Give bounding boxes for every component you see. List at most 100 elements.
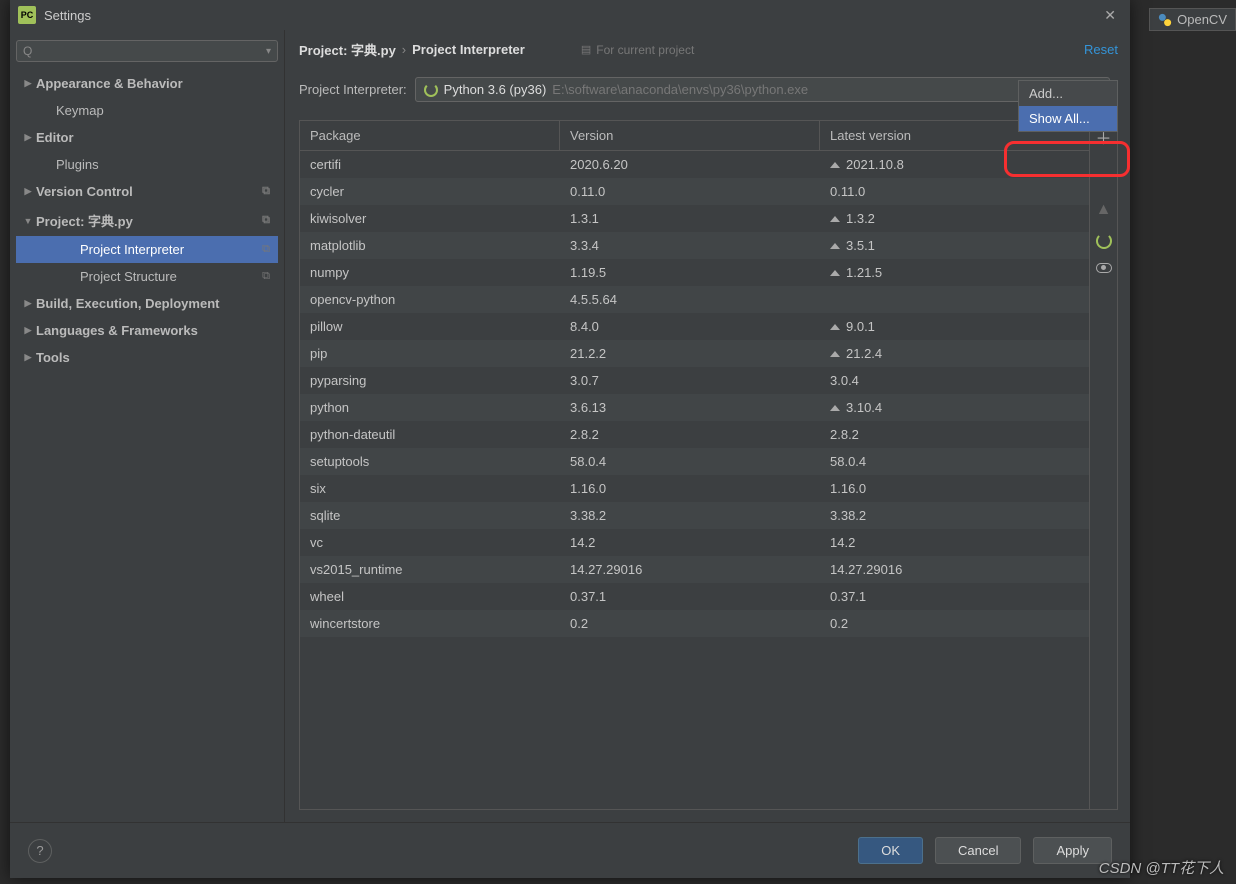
cancel-button[interactable]: Cancel (935, 837, 1021, 864)
search-input[interactable] (36, 44, 266, 58)
package-name: python (300, 398, 560, 417)
package-latest: 1.3.2 (820, 209, 1089, 228)
help-button[interactable]: ? (28, 839, 52, 863)
table-row[interactable]: matplotlib3.3.43.5.1 (300, 232, 1089, 259)
table-row[interactable]: pillow8.4.09.0.1 (300, 313, 1089, 340)
background-tab[interactable]: OpenCV (1149, 8, 1236, 31)
package-version: 3.6.13 (560, 398, 820, 417)
package-name: pip (300, 344, 560, 363)
upgrade-icon (830, 270, 840, 276)
package-version: 0.2 (560, 614, 820, 633)
add-interpreter-item[interactable]: Add... (1019, 81, 1117, 106)
package-version: 1.16.0 (560, 479, 820, 498)
package-name: matplotlib (300, 236, 560, 255)
tree-item-editor[interactable]: ▶Editor (16, 124, 278, 151)
package-latest: 3.0.4 (820, 371, 1089, 390)
tree-item-label: Appearance & Behavior (36, 76, 183, 91)
package-name: cycler (300, 182, 560, 201)
chevron-down-icon[interactable]: ▾ (266, 46, 271, 57)
tree-arrow-icon: ▼ (20, 216, 36, 226)
package-version: 3.0.7 (560, 371, 820, 390)
reset-link[interactable]: Reset (1084, 42, 1118, 57)
remove-package-button[interactable]: － (1095, 163, 1111, 187)
ok-button[interactable]: OK (858, 837, 923, 864)
upgrade-package-button[interactable]: ▲ (1096, 201, 1112, 219)
dialog-footer: ? OK Cancel Apply (10, 822, 1130, 878)
show-all-item[interactable]: Show All... (1019, 106, 1117, 131)
table-row[interactable]: setuptools58.0.458.0.4 (300, 448, 1089, 475)
table-row[interactable]: python3.6.133.10.4 (300, 394, 1089, 421)
package-version: 14.2 (560, 533, 820, 552)
package-latest: 58.0.4 (820, 452, 1089, 471)
upgrade-icon (830, 243, 840, 249)
package-toolbar: ＋ － ▲ (1089, 121, 1117, 809)
show-early-releases-button[interactable] (1096, 263, 1112, 273)
table-row[interactable]: vs2015_runtime14.27.2901614.27.29016 (300, 556, 1089, 583)
tree-item-label: Build, Execution, Deployment (36, 296, 219, 311)
tree-arrow-icon: ▶ (20, 352, 36, 363)
tree-item-project-py[interactable]: ▼Project: 字典.py⧉ (16, 205, 278, 236)
tree-item-label: Languages & Frameworks (36, 323, 198, 338)
table-row[interactable]: vc14.214.2 (300, 529, 1089, 556)
package-name: sqlite (300, 506, 560, 525)
package-latest: 14.2 (820, 533, 1089, 552)
table-row[interactable]: certifi2020.6.202021.10.8 (300, 151, 1089, 178)
settings-search[interactable]: Q ▾ (16, 40, 278, 62)
for-current-project: ▤ For current project (581, 43, 694, 57)
tree-item-build-execution-deployment[interactable]: ▶Build, Execution, Deployment (16, 290, 278, 317)
tree-item-version-control[interactable]: ▶Version Control⧉ (16, 178, 278, 205)
package-latest: 21.2.4 (820, 344, 1089, 363)
tree-item-label: Version Control (36, 184, 133, 199)
interpreter-label: Project Interpreter: (299, 82, 407, 97)
watermark: CSDN @TT花下人 (1099, 857, 1224, 878)
eye-icon (1096, 263, 1112, 273)
table-row[interactable]: kiwisolver1.3.11.3.2 (300, 205, 1089, 232)
refresh-button[interactable] (1096, 233, 1112, 249)
package-version: 2.8.2 (560, 425, 820, 444)
package-version: 8.4.0 (560, 317, 820, 336)
table-row[interactable]: wincertstore0.20.2 (300, 610, 1089, 637)
table-row[interactable]: pip21.2.221.2.4 (300, 340, 1089, 367)
table-row[interactable]: numpy1.19.51.21.5 (300, 259, 1089, 286)
table-row[interactable]: wheel0.37.10.37.1 (300, 583, 1089, 610)
close-icon[interactable]: ✕ (1098, 5, 1122, 26)
copy-icon: ⧉ (262, 214, 270, 227)
package-name: pyparsing (300, 371, 560, 390)
package-version: 14.27.29016 (560, 560, 820, 579)
package-name: pillow (300, 317, 560, 336)
breadcrumb-2: Project Interpreter (412, 42, 525, 57)
package-name: vs2015_runtime (300, 560, 560, 579)
table-row[interactable]: sqlite3.38.23.38.2 (300, 502, 1089, 529)
tree-item-project-interpreter[interactable]: Project Interpreter⧉ (16, 236, 278, 263)
tree-item-languages-frameworks[interactable]: ▶Languages & Frameworks (16, 317, 278, 344)
package-version: 0.11.0 (560, 182, 820, 201)
package-latest: 14.27.29016 (820, 560, 1089, 579)
gear-menu: Add... Show All... (1018, 80, 1118, 132)
table-row[interactable]: six1.16.01.16.0 (300, 475, 1089, 502)
tree-item-appearance-behavior[interactable]: ▶Appearance & Behavior (16, 70, 278, 97)
th-version[interactable]: Version (560, 121, 820, 150)
tree-item-keymap[interactable]: Keymap (16, 97, 278, 124)
tree-item-tools[interactable]: ▶Tools (16, 344, 278, 371)
package-latest: 9.0.1 (820, 317, 1089, 336)
package-version: 1.19.5 (560, 263, 820, 282)
tree-item-project-structure[interactable]: Project Structure⧉ (16, 263, 278, 290)
interpreter-select[interactable]: Python 3.6 (py36) E:\software\anaconda\e… (415, 77, 1110, 102)
package-latest (820, 290, 1089, 309)
table-row[interactable]: opencv-python4.5.5.64 (300, 286, 1089, 313)
background-tab-label: OpenCV (1177, 12, 1227, 27)
th-package[interactable]: Package (300, 121, 560, 150)
packages-table[interactable]: Package Version Latest version certifi20… (300, 121, 1089, 809)
table-row[interactable]: cycler0.11.00.11.0 (300, 178, 1089, 205)
settings-sidebar: Q ▾ ▶Appearance & BehaviorKeymap▶EditorP… (10, 30, 285, 822)
upgrade-icon (830, 351, 840, 357)
table-row[interactable]: python-dateutil2.8.22.8.2 (300, 421, 1089, 448)
table-row[interactable]: pyparsing3.0.73.0.4 (300, 367, 1089, 394)
copy-icon: ⧉ (262, 243, 270, 256)
title-bar: PC Settings ✕ (10, 0, 1130, 30)
package-version: 2020.6.20 (560, 155, 820, 174)
package-latest: 2021.10.8 (820, 155, 1089, 174)
tree-item-plugins[interactable]: Plugins (16, 151, 278, 178)
package-latest: 2.8.2 (820, 425, 1089, 444)
upgrade-icon (830, 216, 840, 222)
